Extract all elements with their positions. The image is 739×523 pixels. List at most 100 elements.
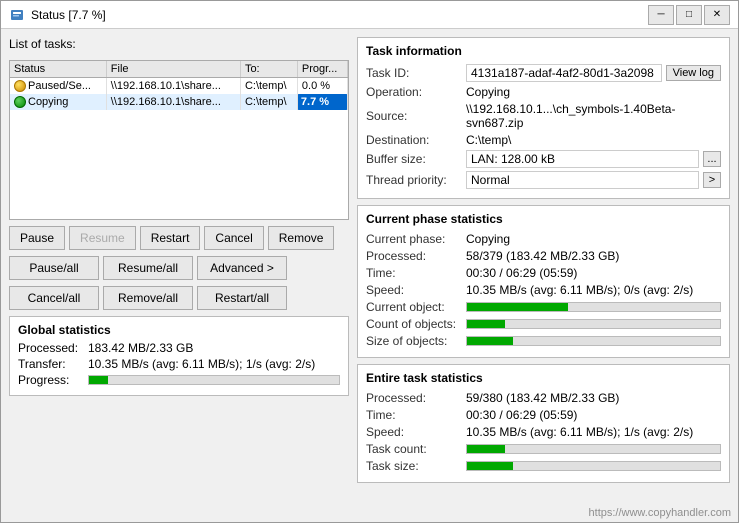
restart-button[interactable]: Restart <box>140 226 201 250</box>
phase-processed-value: 58/379 (183.42 MB/2.33 GB) <box>466 249 721 263</box>
left-panel: List of tasks: Status File To: Progr... … <box>9 37 349 514</box>
buffer-btn[interactable]: ... <box>703 151 721 167</box>
entire-processed-label: Processed: <box>366 391 466 405</box>
row-file: \\192.168.10.1\share... <box>106 78 240 95</box>
task-id-value-group: 4131a187-adaf-4af2-80d1-3a2098 View log <box>466 64 721 82</box>
view-log-button[interactable]: View log <box>666 65 721 81</box>
task-id-row: Task ID: 4131a187-adaf-4af2-80d1-3a2098 … <box>366 64 721 82</box>
restart-all-button[interactable]: Restart/all <box>197 286 287 310</box>
task-id-value: 4131a187-adaf-4af2-80d1-3a2098 <box>466 64 662 82</box>
row-to: C:\temp\ <box>240 78 297 95</box>
remove-button[interactable]: Remove <box>268 226 335 250</box>
thread-value-group: Normal > <box>466 171 721 189</box>
current-obj-fill <box>467 303 568 311</box>
pause-button[interactable]: Pause <box>9 226 65 250</box>
row-status: Copying <box>10 94 106 110</box>
current-phase-title: Current phase statistics <box>366 212 721 226</box>
phase-speed-label: Speed: <box>366 283 466 297</box>
task-size-row: Task size: <box>366 459 721 473</box>
operation-value: Copying <box>466 85 721 99</box>
phase-processed-row: Processed: 58/379 (183.42 MB/2.33 GB) <box>366 249 721 263</box>
cancel-all-button[interactable]: Cancel/all <box>9 286 99 310</box>
close-button[interactable]: ✕ <box>704 5 730 25</box>
current-obj-progress <box>466 302 721 312</box>
count-obj-label: Count of objects: <box>366 317 466 331</box>
entire-task-section: Entire task statistics Processed: 59/380… <box>357 364 730 483</box>
task-size-progress <box>466 461 721 471</box>
buffer-value: LAN: 128.00 kB <box>466 150 699 168</box>
row-file: \\192.168.10.1\share... <box>106 94 240 110</box>
entire-speed-value: 10.35 MB/s (avg: 6.11 MB/s); 1/s (avg: 2… <box>466 425 721 439</box>
tasks-label: List of tasks: <box>9 37 349 51</box>
cancel-button[interactable]: Cancel <box>204 226 263 250</box>
size-obj-fill <box>467 337 513 345</box>
col-to[interactable]: To: <box>240 61 297 78</box>
buttons-row-1: Pause Resume Restart Cancel Remove <box>9 226 349 250</box>
entire-processed-value: 59/380 (183.42 MB/2.33 GB) <box>466 391 721 405</box>
task-size-label: Task size: <box>366 459 466 473</box>
entire-speed-row: Speed: 10.35 MB/s (avg: 6.11 MB/s); 1/s … <box>366 425 721 439</box>
thread-value: Normal <box>466 171 699 189</box>
minimize-button[interactable]: ─ <box>648 5 674 25</box>
col-file[interactable]: File <box>106 61 240 78</box>
task-info-title: Task information <box>366 44 721 58</box>
phase-speed-value: 10.35 MB/s (avg: 6.11 MB/s); 0/s (avg: 2… <box>466 283 721 297</box>
phase-row: Current phase: Copying <box>366 232 721 246</box>
entire-time-value: 00:30 / 06:29 (05:59) <box>466 408 721 422</box>
table-row[interactable]: Paused/Se...\\192.168.10.1\share...C:\te… <box>10 78 348 95</box>
app-icon <box>9 7 25 23</box>
buffer-label: Buffer size: <box>366 152 466 166</box>
task-size-fill <box>467 462 513 470</box>
row-progress: 0.0 % <box>297 78 347 95</box>
resume-all-button[interactable]: Resume/all <box>103 256 193 280</box>
buttons-row-2: Pause/all Resume/all Advanced > <box>9 256 349 280</box>
task-list-container: Status File To: Progr... Paused/Se...\\1… <box>9 60 349 220</box>
size-obj-progress <box>466 336 721 346</box>
entire-time-label: Time: <box>366 408 466 422</box>
row-progress: 7.7 % <box>297 94 347 110</box>
row-to: C:\temp\ <box>240 94 297 110</box>
col-status[interactable]: Status <box>10 61 106 78</box>
col-progress[interactable]: Progr... <box>297 61 347 78</box>
thread-btn[interactable]: > <box>703 172 721 188</box>
buffer-row: Buffer size: LAN: 128.00 kB ... <box>366 150 721 168</box>
title-bar-left: Status [7.7 %] <box>9 7 106 23</box>
title-bar: Status [7.7 %] ─ □ ✕ <box>1 1 738 29</box>
advanced-button[interactable]: Advanced > <box>197 256 287 280</box>
source-row: Source: \\192.168.10.1...\ch_symbols-1.4… <box>366 102 721 130</box>
transfer-value: 10.35 MB/s (avg: 6.11 MB/s); 1/s (avg: 2… <box>88 357 340 371</box>
operation-row: Operation: Copying <box>366 85 721 99</box>
size-obj-label: Size of objects: <box>366 334 466 348</box>
status-indicator <box>14 96 26 108</box>
destination-label: Destination: <box>366 133 466 147</box>
processed-value: 183.42 MB/2.33 GB <box>88 341 340 355</box>
global-stats: Global statistics Processed: 183.42 MB/2… <box>9 316 349 396</box>
source-label: Source: <box>366 109 466 123</box>
main-window: Status [7.7 %] ─ □ ✕ List of tasks: Stat… <box>0 0 739 523</box>
buttons-row-3: Cancel/all Remove/all Restart/all <box>9 286 349 310</box>
buffer-value-group: LAN: 128.00 kB ... <box>466 150 721 168</box>
count-obj-fill <box>467 320 505 328</box>
global-progress-fill <box>89 376 108 384</box>
maximize-button[interactable]: □ <box>676 5 702 25</box>
task-count-progress <box>466 444 721 454</box>
resume-button[interactable]: Resume <box>69 226 136 250</box>
row-status: Paused/Se... <box>10 78 106 95</box>
global-progress-bar <box>88 375 340 385</box>
remove-all-button[interactable]: Remove/all <box>103 286 193 310</box>
table-row[interactable]: Copying\\192.168.10.1\share...C:\temp\7.… <box>10 94 348 110</box>
phase-speed-row: Speed: 10.35 MB/s (avg: 6.11 MB/s); 0/s … <box>366 283 721 297</box>
task-id-label: Task ID: <box>366 66 466 80</box>
thread-label: Thread priority: <box>366 173 466 187</box>
current-phase-section: Current phase statistics Current phase: … <box>357 205 730 358</box>
phase-time-label: Time: <box>366 266 466 280</box>
destination-value: C:\temp\ <box>466 133 721 147</box>
entire-speed-label: Speed: <box>366 425 466 439</box>
count-obj-progress <box>466 319 721 329</box>
current-obj-label: Current object: <box>366 300 466 314</box>
entire-processed-row: Processed: 59/380 (183.42 MB/2.33 GB) <box>366 391 721 405</box>
title-buttons: ─ □ ✕ <box>648 5 730 25</box>
pause-all-button[interactable]: Pause/all <box>9 256 99 280</box>
progress-label: Progress: <box>18 373 88 387</box>
transfer-label: Transfer: <box>18 357 88 371</box>
